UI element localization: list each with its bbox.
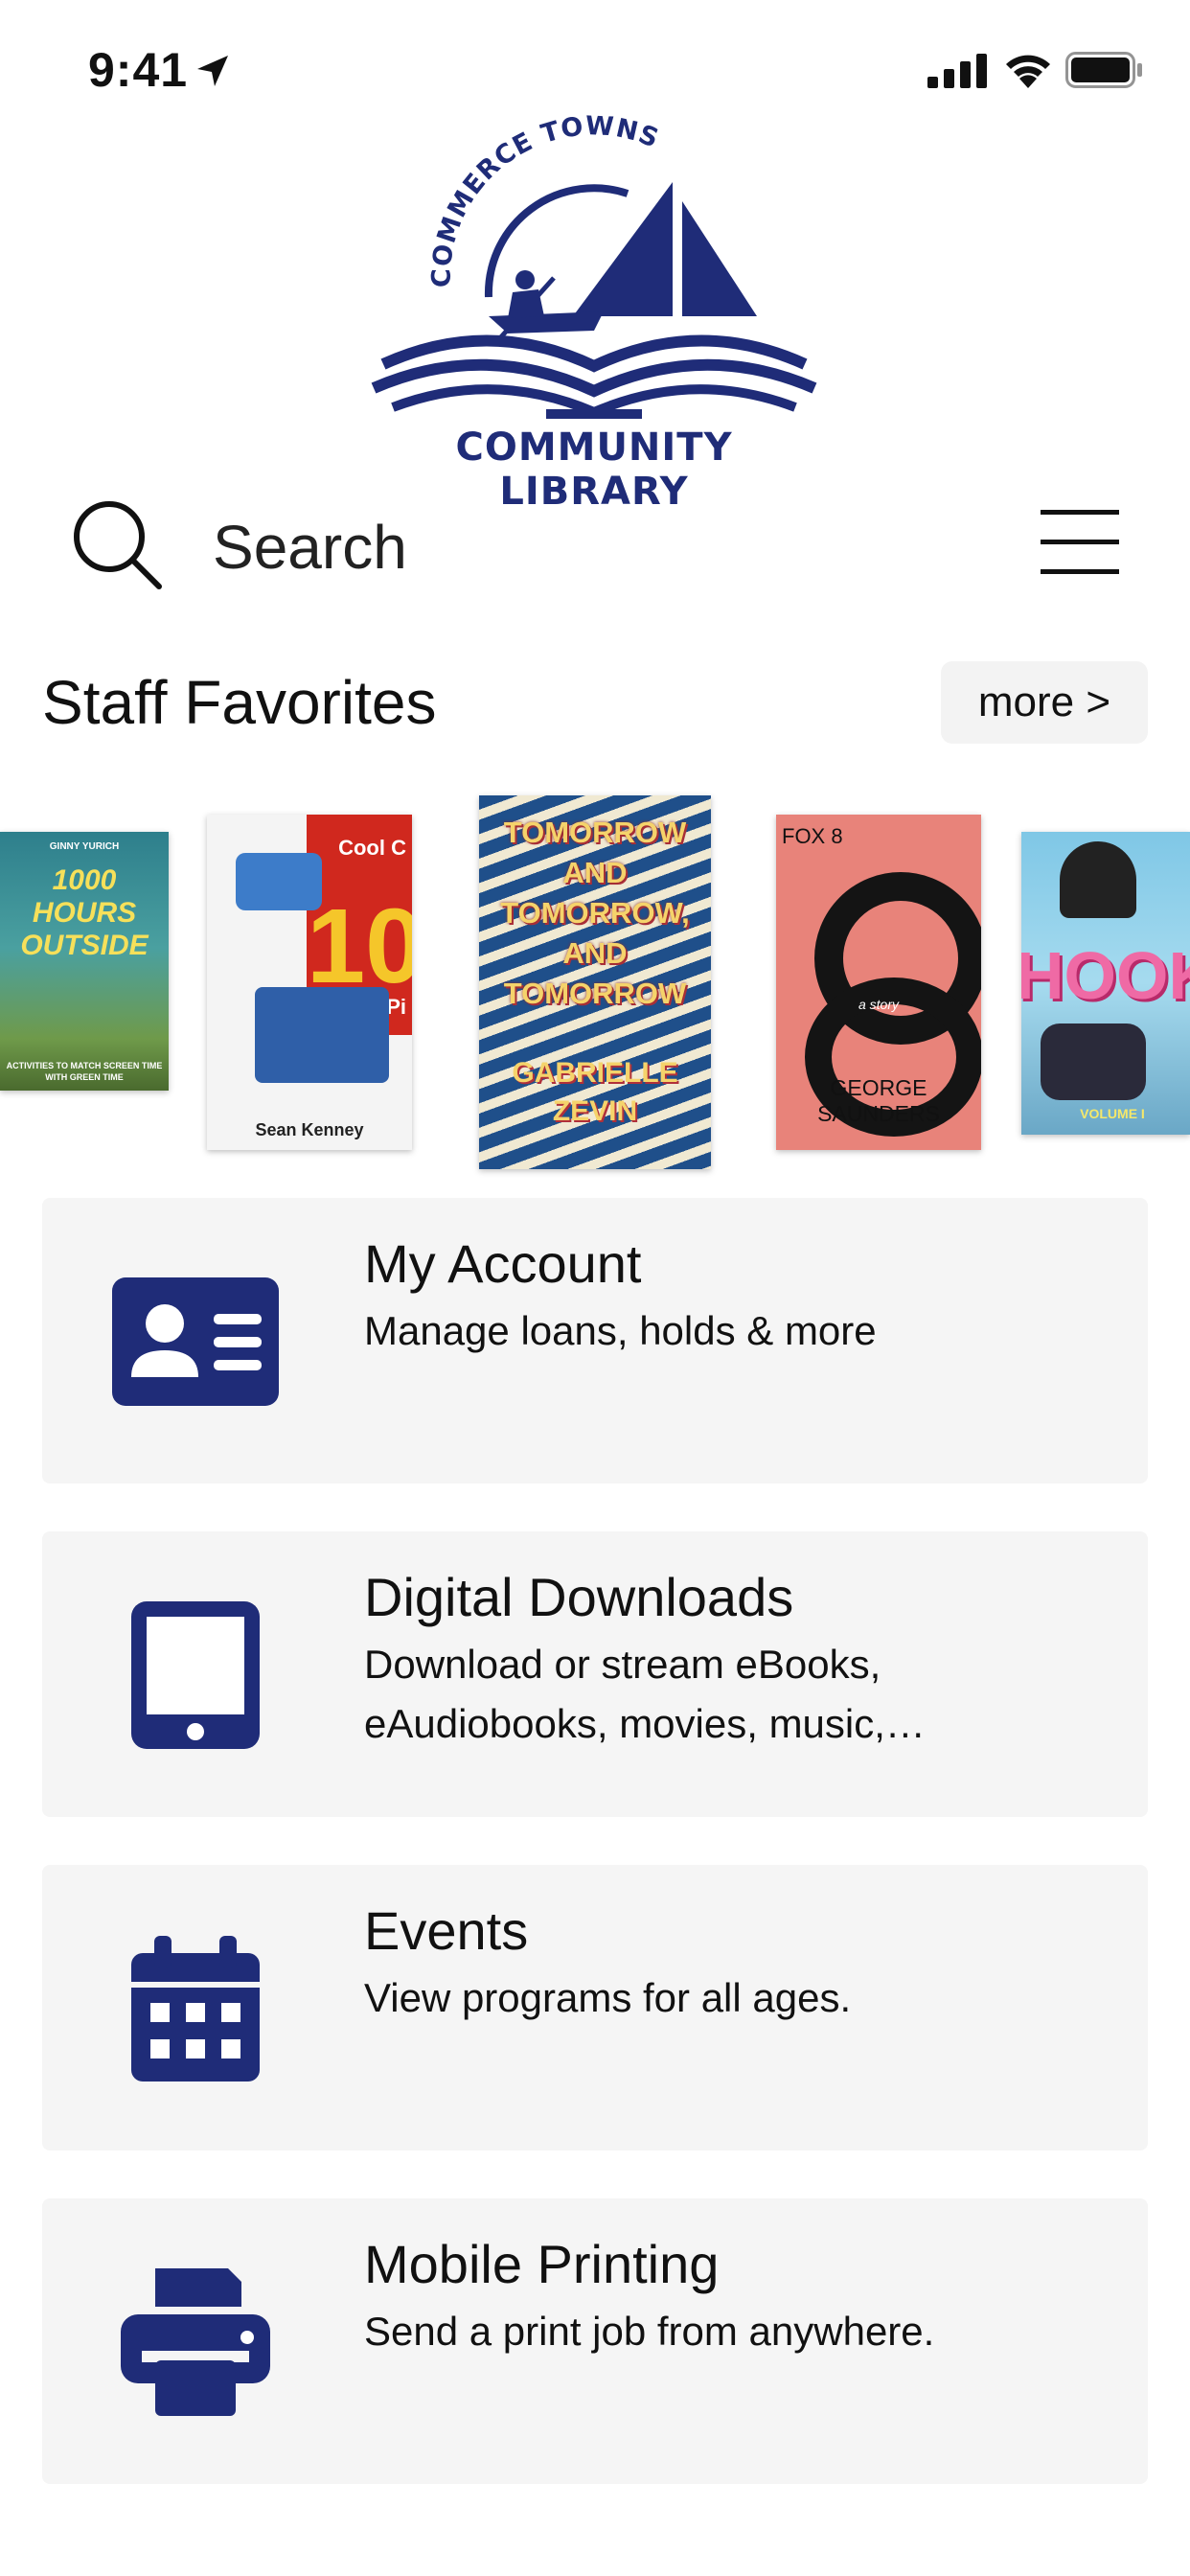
book-title: 1000 HOURS OUTSIDE: [20, 864, 149, 961]
search-input[interactable]: [213, 504, 788, 590]
hamburger-menu-icon[interactable]: [1041, 508, 1119, 577]
book-cover[interactable]: FOX 8 a story GEORGE SAUNDERS: [776, 815, 981, 1150]
my-account-card[interactable]: My Account Manage loans, holds & more: [42, 1198, 1148, 1484]
book-carousel[interactable]: GINNY YURICH 1000 HOURS OUTSIDE ACTIVITI…: [0, 786, 1190, 1188]
book-author: GABRIELLE ZEVIN: [512, 1057, 678, 1127]
book-cover[interactable]: HOOKY VOLUME I: [1021, 832, 1190, 1135]
book-author: GEORGE SAUNDERS: [817, 1075, 940, 1126]
section-title: Staff Favorites: [42, 668, 437, 737]
book-cover[interactable]: TOMORROW AND TOMORROW, AND TOMORROW GABR…: [479, 795, 711, 1169]
digital-downloads-card[interactable]: Digital Downloads Download or stream eBo…: [42, 1531, 1148, 1817]
location-arrow-icon: [197, 56, 228, 86]
card-title: My Account: [364, 1233, 642, 1294]
mobile-printing-card[interactable]: Mobile Printing Send a print job from an…: [42, 2198, 1148, 2484]
book-title: HOOKY: [1021, 938, 1190, 1013]
card-title: Digital Downloads: [364, 1567, 794, 1627]
book-title: Cool C: [338, 836, 406, 860]
book-subtitle: ACTIVITIES TO MATCH SCREEN TIME WITH GRE…: [6, 1061, 163, 1082]
status-time: 9:41: [88, 43, 189, 97]
wifi-icon: [1006, 55, 1050, 88]
search-bar: [0, 489, 1190, 604]
card-description: Manage loans, holds & more: [364, 1308, 877, 1353]
events-card[interactable]: Events View programs for all ages.: [42, 1865, 1148, 2150]
tablet-icon: [109, 1589, 282, 1761]
id-card-icon: [109, 1255, 282, 1428]
lego-piece: [236, 853, 322, 910]
book-cover[interactable]: Cool C 10 Pi Sean Kenney: [207, 815, 412, 1150]
book-title: TOMORROW AND TOMORROW, AND TOMORROW: [500, 816, 690, 1010]
battery-icon: [1065, 52, 1142, 88]
more-button[interactable]: more >: [941, 661, 1148, 744]
book-title: FOX 8: [782, 824, 843, 848]
card-title: Mobile Printing: [364, 2234, 720, 2294]
card-description: Download or stream eBooks, eAudiobooks, …: [364, 1642, 926, 1746]
calendar-icon: [109, 1922, 282, 2095]
book-author: GINNY YURICH: [49, 841, 120, 852]
hooky-character-bottom: [1041, 1024, 1146, 1100]
lego-vehicle: [255, 987, 389, 1083]
book-subtitle: VOLUME I: [1080, 1106, 1145, 1121]
book-author: Sean Kenney: [255, 1120, 364, 1139]
book-cover[interactable]: GINNY YURICH 1000 HOURS OUTSIDE ACTIVITI…: [0, 832, 169, 1091]
hooky-character-top: [1060, 841, 1136, 918]
book-subtitle: a story: [858, 997, 899, 1012]
card-title: Events: [364, 1900, 529, 1961]
cellular-signal-icon: [927, 54, 987, 88]
search-icon[interactable]: [69, 496, 165, 592]
card-description: Send a print job from anywhere.: [364, 2309, 935, 2354]
printer-icon: [109, 2256, 282, 2428]
card-description: View programs for all ages.: [364, 1975, 852, 2020]
